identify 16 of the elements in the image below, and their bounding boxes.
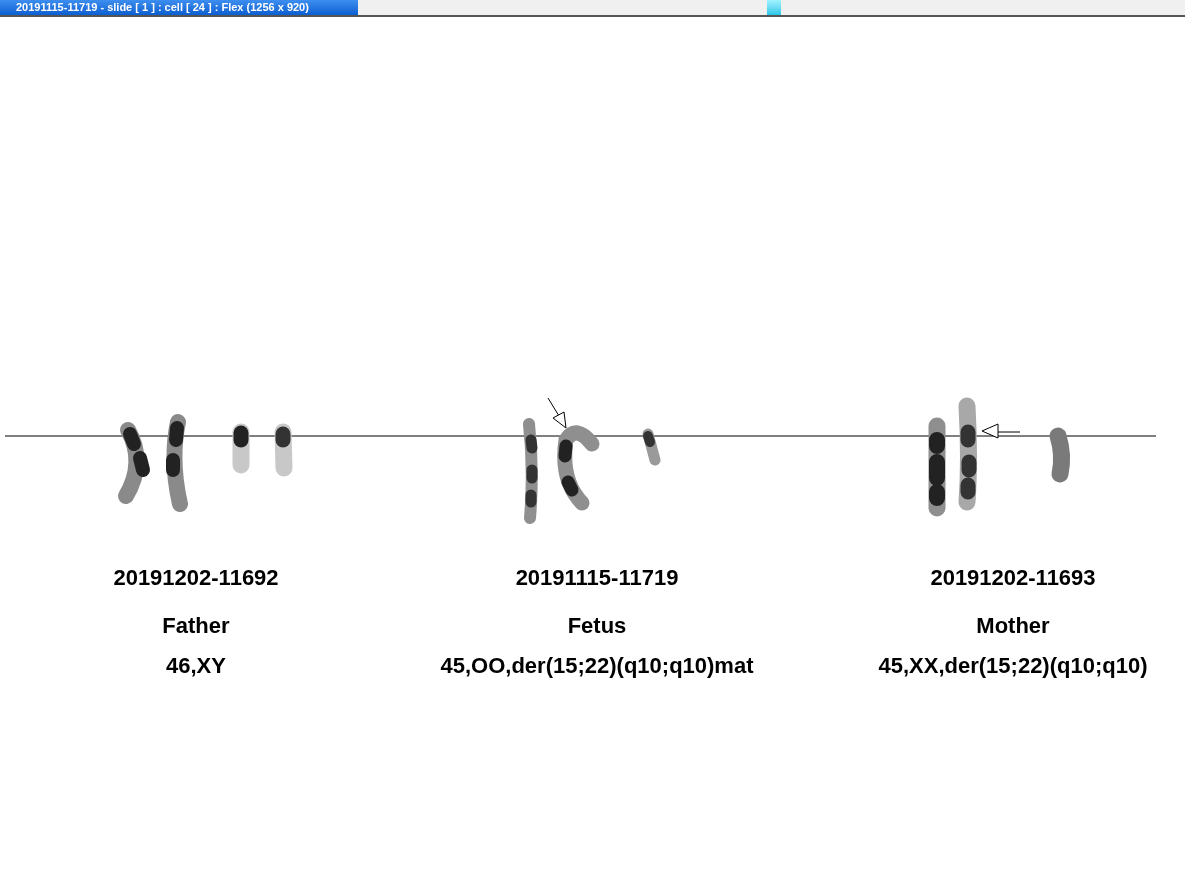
relation-label: Mother bbox=[976, 612, 1050, 640]
pointer-arrow bbox=[547, 397, 567, 429]
window-title: 20191115-11719 - slide [ 1 ] : cell [ 24 ] : Flex (1256 x 920) bbox=[0, 0, 358, 15]
relation-label: Father bbox=[162, 612, 230, 640]
sample-id: 20191202-11692 bbox=[113, 564, 279, 592]
pointer-arrow bbox=[981, 423, 1021, 439]
relation-label: Fetus bbox=[567, 612, 627, 640]
chromosome bbox=[274, 423, 293, 477]
karyotype-label: 45,OO,der(15;22)(q10;q10)mat bbox=[440, 652, 754, 680]
chromosome bbox=[642, 428, 661, 466]
sample-id: 20191202-11693 bbox=[930, 564, 1096, 592]
karyotype-label: 45,XX,der(15;22)(q10;q10) bbox=[878, 652, 1148, 680]
chromosome bbox=[1049, 427, 1071, 483]
sample-id: 20191115-11719 bbox=[515, 564, 679, 592]
chromosome bbox=[232, 423, 250, 474]
karyotype-label: 46,XY bbox=[166, 652, 226, 680]
